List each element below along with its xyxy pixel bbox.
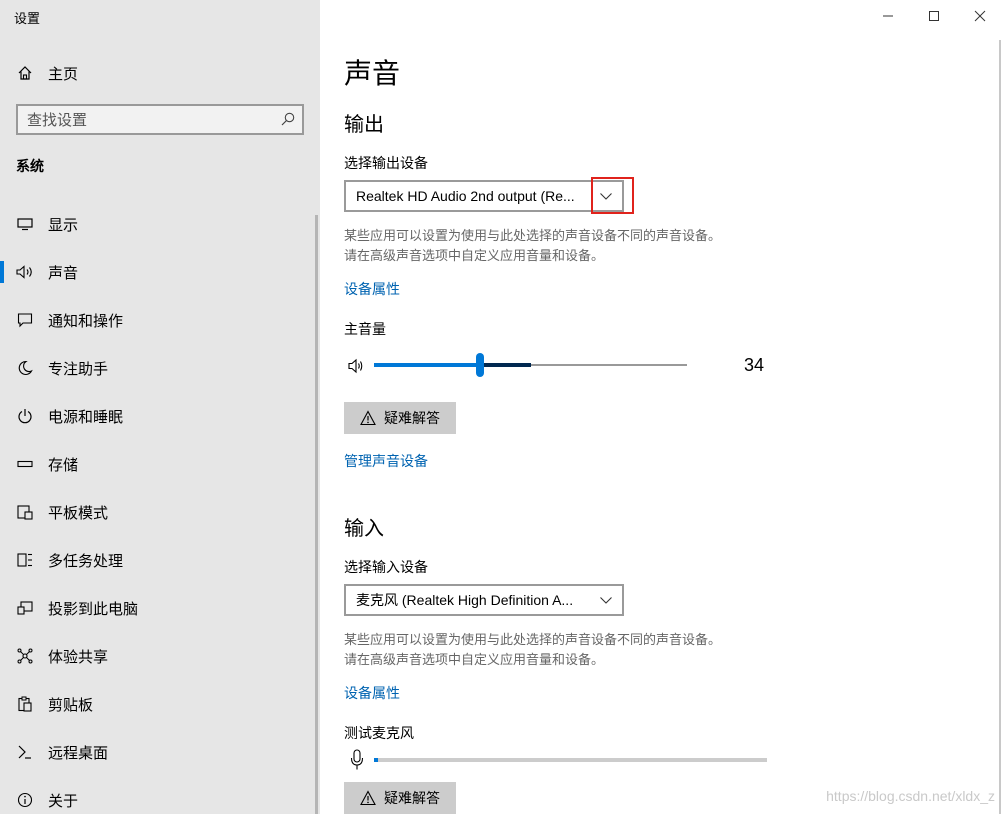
home-button[interactable]: 主页 xyxy=(16,62,78,84)
storage-icon xyxy=(16,455,34,473)
output-device-value: Realtek HD Audio 2nd output (Re... xyxy=(356,188,575,204)
home-icon xyxy=(16,64,34,82)
input-device-dropdown[interactable]: 麦克风 (Realtek High Definition A... xyxy=(344,584,624,616)
output-device-properties-link[interactable]: 设备属性 xyxy=(344,279,400,299)
close-icon[interactable] xyxy=(957,4,1003,28)
output-description-line2: 请在高级声音选项中自定义应用音量和设备。 xyxy=(344,249,605,264)
microphone-level-meter xyxy=(374,758,767,762)
remote-icon xyxy=(16,743,34,761)
sidebar-scrollbar[interactable] xyxy=(315,215,318,814)
input-description-line2: 请在高级声音选项中自定义应用音量和设备。 xyxy=(344,653,605,668)
volume-slider-thumb[interactable] xyxy=(476,353,484,377)
sidebar-item-label: 投影到此电脑 xyxy=(48,599,139,618)
input-description: 某些应用可以设置为使用与此处选择的声音设备不同的声音设备。 请在高级声音选项中自… xyxy=(344,631,804,671)
speaker-icon xyxy=(16,263,34,281)
warning-icon xyxy=(360,410,376,426)
master-volume-label: 主音量 xyxy=(344,322,386,338)
output-description-line1: 某些应用可以设置为使用与此处选择的声音设备不同的声音设备。 xyxy=(344,229,722,244)
sidebar-item-label: 电源和睡眠 xyxy=(48,407,124,426)
annotation-highlight-box xyxy=(591,177,634,214)
info-icon xyxy=(16,791,34,809)
home-label: 主页 xyxy=(48,64,79,83)
sidebar-item-label: 平板模式 xyxy=(48,503,109,522)
sidebar-item-label: 显示 xyxy=(48,215,79,234)
sidebar-item-notifications[interactable]: 通知和操作 xyxy=(0,296,315,344)
search-input[interactable] xyxy=(27,110,267,129)
sidebar-item-label: 关于 xyxy=(48,791,79,810)
sidebar-item-shared-experiences[interactable]: 体验共享 xyxy=(0,632,315,680)
master-volume-value: 34 xyxy=(744,355,765,375)
volume-slider-fill xyxy=(374,363,480,367)
sidebar-item-label: 声音 xyxy=(48,263,79,282)
sidebar: 设置 主页 系统 显示 声音 通知和操作 专注助手 xyxy=(0,0,320,814)
clipboard-icon xyxy=(16,695,34,713)
input-troubleshoot-button[interactable]: 疑难解答 xyxy=(344,782,456,814)
minimize-icon[interactable] xyxy=(865,4,911,28)
input-description-line1: 某些应用可以设置为使用与此处选择的声音设备不同的声音设备。 xyxy=(344,633,722,648)
sidebar-nav: 显示 声音 通知和操作 专注助手 电源和睡眠 存储 平板模式 多任务处理 投影到… xyxy=(0,200,315,814)
sidebar-item-label: 通知和操作 xyxy=(48,311,124,330)
maximize-icon[interactable] xyxy=(911,4,957,28)
output-device-dropdown[interactable]: Realtek HD Audio 2nd output (Re... xyxy=(344,180,624,212)
master-volume-slider[interactable] xyxy=(374,353,687,377)
sidebar-item-multitasking[interactable]: 多任务处理 xyxy=(0,536,315,584)
sidebar-item-display[interactable]: 显示 xyxy=(0,200,315,248)
sidebar-item-sound[interactable]: 声音 xyxy=(0,248,315,296)
input-device-value: 麦克风 (Realtek High Definition A... xyxy=(356,592,574,608)
sidebar-item-tablet-mode[interactable]: 平板模式 xyxy=(0,488,315,536)
sidebar-item-label: 体验共享 xyxy=(48,647,109,666)
sidebar-item-label: 远程桌面 xyxy=(48,743,109,762)
warning-icon xyxy=(360,790,376,806)
sidebar-item-about[interactable]: 关于 xyxy=(0,776,315,814)
input-device-properties-link[interactable]: 设备属性 xyxy=(344,683,400,703)
chevron-down-icon[interactable] xyxy=(599,593,613,607)
app-title: 设置 xyxy=(14,12,41,27)
sidebar-item-label: 存储 xyxy=(48,455,79,474)
multitask-icon xyxy=(16,551,34,569)
test-microphone-label: 测试麦克风 xyxy=(344,726,414,742)
notification-icon xyxy=(16,311,34,329)
main-scrollbar[interactable] xyxy=(999,40,1001,814)
power-icon xyxy=(16,407,34,425)
sidebar-item-power[interactable]: 电源和睡眠 xyxy=(0,392,315,440)
sidebar-item-clipboard[interactable]: 剪贴板 xyxy=(0,680,315,728)
sidebar-item-project[interactable]: 投影到此电脑 xyxy=(0,584,315,632)
tablet-icon xyxy=(16,503,34,521)
test-microphone-row xyxy=(344,748,774,772)
microphone-level-fill xyxy=(374,758,378,762)
share-icon xyxy=(16,647,34,665)
search-icon[interactable] xyxy=(280,111,296,127)
sidebar-item-label: 多任务处理 xyxy=(48,551,124,570)
sidebar-item-storage[interactable]: 存储 xyxy=(0,440,315,488)
main-panel: 声音 输出 选择输出设备 Realtek HD Audio 2nd output… xyxy=(320,0,1003,814)
output-device-label: 选择输出设备 xyxy=(344,156,428,172)
speaker-icon[interactable] xyxy=(348,358,366,374)
output-description: 某些应用可以设置为使用与此处选择的声音设备不同的声音设备。 请在高级声音选项中自… xyxy=(344,227,804,267)
sidebar-item-remote-desktop[interactable]: 远程桌面 xyxy=(0,728,315,776)
input-heading: 输入 xyxy=(344,516,384,540)
output-troubleshoot-button[interactable]: 疑难解答 xyxy=(344,402,456,434)
search-box[interactable] xyxy=(16,104,304,135)
page-title: 声音 xyxy=(344,57,401,90)
moon-icon xyxy=(16,359,34,377)
troubleshoot-label: 疑难解答 xyxy=(384,411,440,427)
manage-sound-devices-link[interactable]: 管理声音设备 xyxy=(344,451,428,471)
section-label-system: 系统 xyxy=(16,159,44,175)
input-device-label: 选择输入设备 xyxy=(344,560,428,576)
sidebar-item-focus-assist[interactable]: 专注助手 xyxy=(0,344,315,392)
troubleshoot-label: 疑难解答 xyxy=(384,791,440,807)
display-icon xyxy=(16,215,34,233)
sidebar-item-label: 剪贴板 xyxy=(48,695,94,714)
microphone-icon xyxy=(350,749,364,771)
sidebar-item-label: 专注助手 xyxy=(48,359,109,378)
output-heading: 输出 xyxy=(344,112,384,136)
project-icon xyxy=(16,599,34,617)
master-volume-row: 34 xyxy=(344,352,774,380)
watermark: https://blog.csdn.net/xldx_z xyxy=(826,788,995,804)
